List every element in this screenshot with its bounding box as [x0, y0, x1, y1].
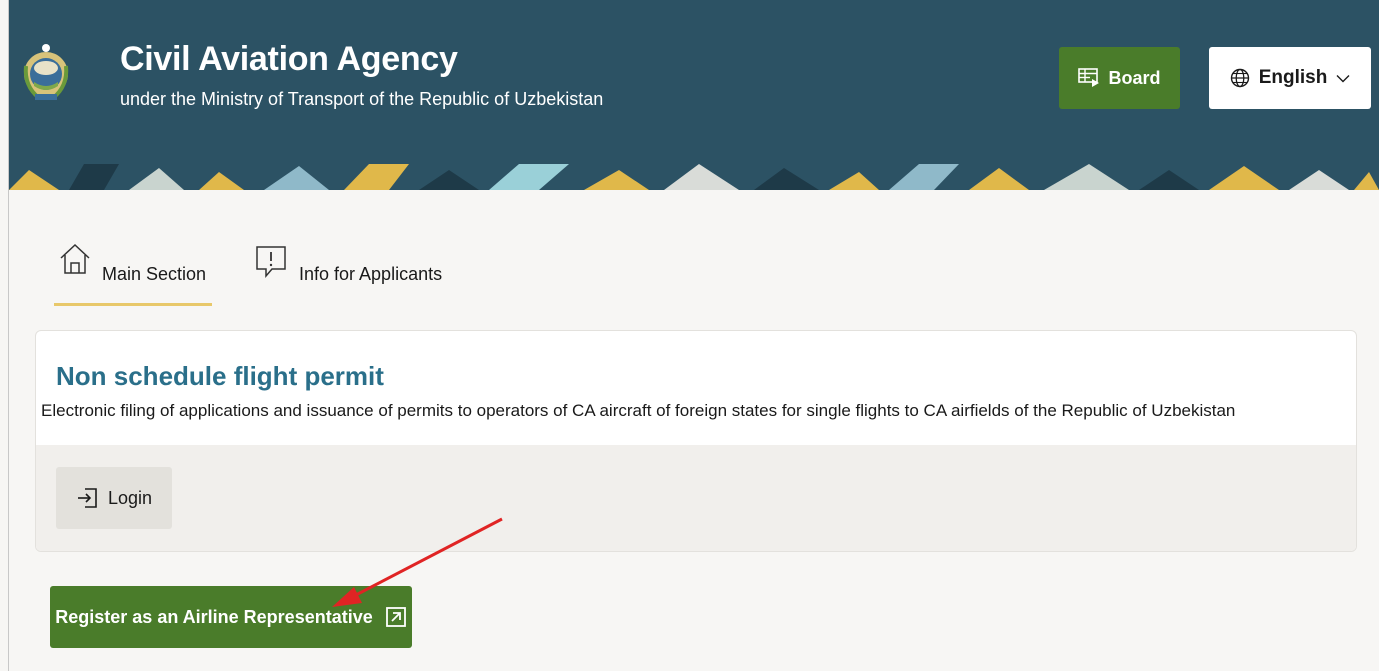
- agency-subtitle: under the Ministry of Transport of the R…: [120, 89, 604, 109]
- tab-info-for-applicants[interactable]: Info for Applicants: [254, 240, 484, 306]
- board-button[interactable]: Board: [1059, 47, 1180, 109]
- login-button[interactable]: Login: [56, 467, 172, 529]
- chevron-down-icon: [1336, 74, 1350, 82]
- permit-card: Non schedule flight permit Electronic fi…: [35, 330, 1357, 552]
- sign-in-icon: [77, 488, 97, 508]
- globe-icon: [1230, 68, 1249, 88]
- tab-main-section-label: Main Section: [102, 264, 207, 284]
- permit-card-title: Non schedule flight permit: [56, 361, 384, 391]
- board-icon: [1078, 68, 1100, 87]
- login-label: Login: [107, 487, 153, 508]
- tab-info-label: Info for Applicants: [299, 264, 443, 284]
- annotation-arrow: [332, 517, 503, 607]
- permit-card-description: Electronic filing of applications and is…: [41, 401, 1236, 420]
- language-label: English: [1258, 67, 1328, 88]
- language-select[interactable]: English: [1209, 47, 1371, 109]
- info-message-icon: [256, 246, 286, 279]
- agency-title: Civil Aviation Agency: [120, 40, 458, 78]
- site-header: Civil Aviation Agency under the Ministry…: [9, 0, 1379, 190]
- tab-main-section[interactable]: Main Section: [54, 240, 212, 306]
- home-icon: [60, 243, 90, 274]
- state-emblem-icon: [23, 44, 69, 100]
- permit-card-footer: Login: [36, 445, 1356, 551]
- decorative-pattern-band: [9, 164, 1379, 190]
- board-label: Board: [1108, 67, 1161, 88]
